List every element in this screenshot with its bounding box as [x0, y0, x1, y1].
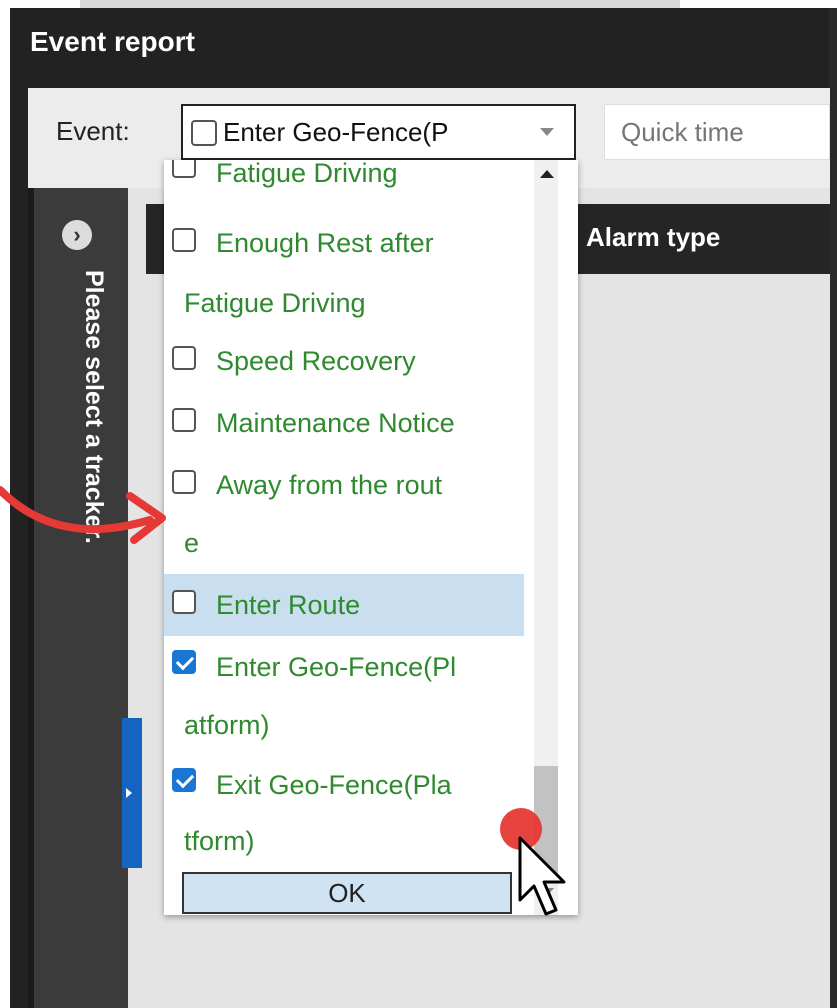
window-edge — [829, 8, 837, 1008]
option-checkbox[interactable] — [172, 228, 196, 252]
option-fatigue-driving[interactable]: Fatigue Driving — [164, 160, 524, 196]
quick-time-input[interactable] — [619, 116, 823, 149]
sidebar-gap — [128, 188, 146, 1008]
event-dropdown: Fatigue Driving Enough Rest after Fatigu… — [164, 160, 578, 915]
dropdown-scrollbar[interactable] — [534, 160, 558, 915]
option-label-wrap: atform) — [184, 710, 270, 740]
option-checkbox[interactable] — [172, 346, 196, 370]
option-enter-route[interactable]: Enter Route — [164, 574, 524, 636]
option-checkbox[interactable] — [172, 590, 196, 614]
option-label-wrap: Fatigue Driving — [184, 288, 366, 318]
tracker-sidebar: › Please select a tracker. — [28, 188, 128, 1008]
sidebar-divider — [28, 188, 34, 1008]
option-label: Maintenance Notice — [216, 408, 455, 438]
scroll-up-icon[interactable] — [540, 170, 554, 178]
option-maintenance-notice[interactable]: Maintenance Notice — [164, 392, 524, 452]
background-strip — [0, 0, 837, 8]
option-enough-rest[interactable]: Enough Rest after Fatigue Driving — [164, 208, 524, 328]
option-speed-recovery[interactable]: Speed Recovery — [164, 330, 524, 390]
column-alarm-type: Alarm type — [586, 222, 721, 252]
event-label: Event: — [56, 116, 130, 146]
option-checkbox[interactable] — [172, 408, 196, 432]
option-label: Enough Rest after — [216, 228, 434, 258]
option-label: Fatigue Driving — [216, 160, 398, 188]
event-options-list: Fatigue Driving Enough Rest after Fatigu… — [164, 160, 524, 870]
option-label-wrap: tform) — [184, 826, 255, 856]
option-checkbox-checked[interactable] — [172, 650, 196, 674]
collapse-tab[interactable] — [122, 718, 142, 868]
option-checkbox-checked[interactable] — [172, 768, 196, 792]
option-label-wrap: e — [184, 528, 200, 558]
expand-icon[interactable]: › — [62, 220, 92, 250]
option-label: Exit Geo-Fence(Pla — [216, 770, 452, 800]
select-all-checkbox[interactable] — [191, 120, 217, 146]
event-select[interactable]: Enter Geo-Fence(P — [181, 104, 576, 160]
window-title: Event report — [30, 26, 195, 57]
option-checkbox[interactable] — [172, 160, 196, 178]
ok-button[interactable]: OK — [182, 872, 512, 914]
option-label: Speed Recovery — [216, 346, 416, 376]
event-select-value: Enter Geo-Fence(P — [223, 117, 449, 147]
annotation-arrow-icon — [0, 486, 166, 544]
option-label: Away from the rout — [216, 470, 443, 500]
mouse-cursor-icon — [518, 836, 566, 916]
option-away-from-route[interactable]: Away from the rout e — [164, 454, 524, 574]
arrow-right-icon — [126, 788, 132, 798]
option-enter-geo-fence[interactable]: Enter Geo-Fence(Pl atform) — [164, 638, 524, 758]
quick-time-field[interactable] — [604, 104, 830, 160]
option-label: Enter Route — [216, 590, 361, 620]
option-label: Enter Geo-Fence(Pl — [216, 652, 457, 682]
chevron-down-icon[interactable] — [540, 128, 554, 136]
option-exit-geo-fence[interactable]: Exit Geo-Fence(Pla tform) — [164, 760, 524, 870]
